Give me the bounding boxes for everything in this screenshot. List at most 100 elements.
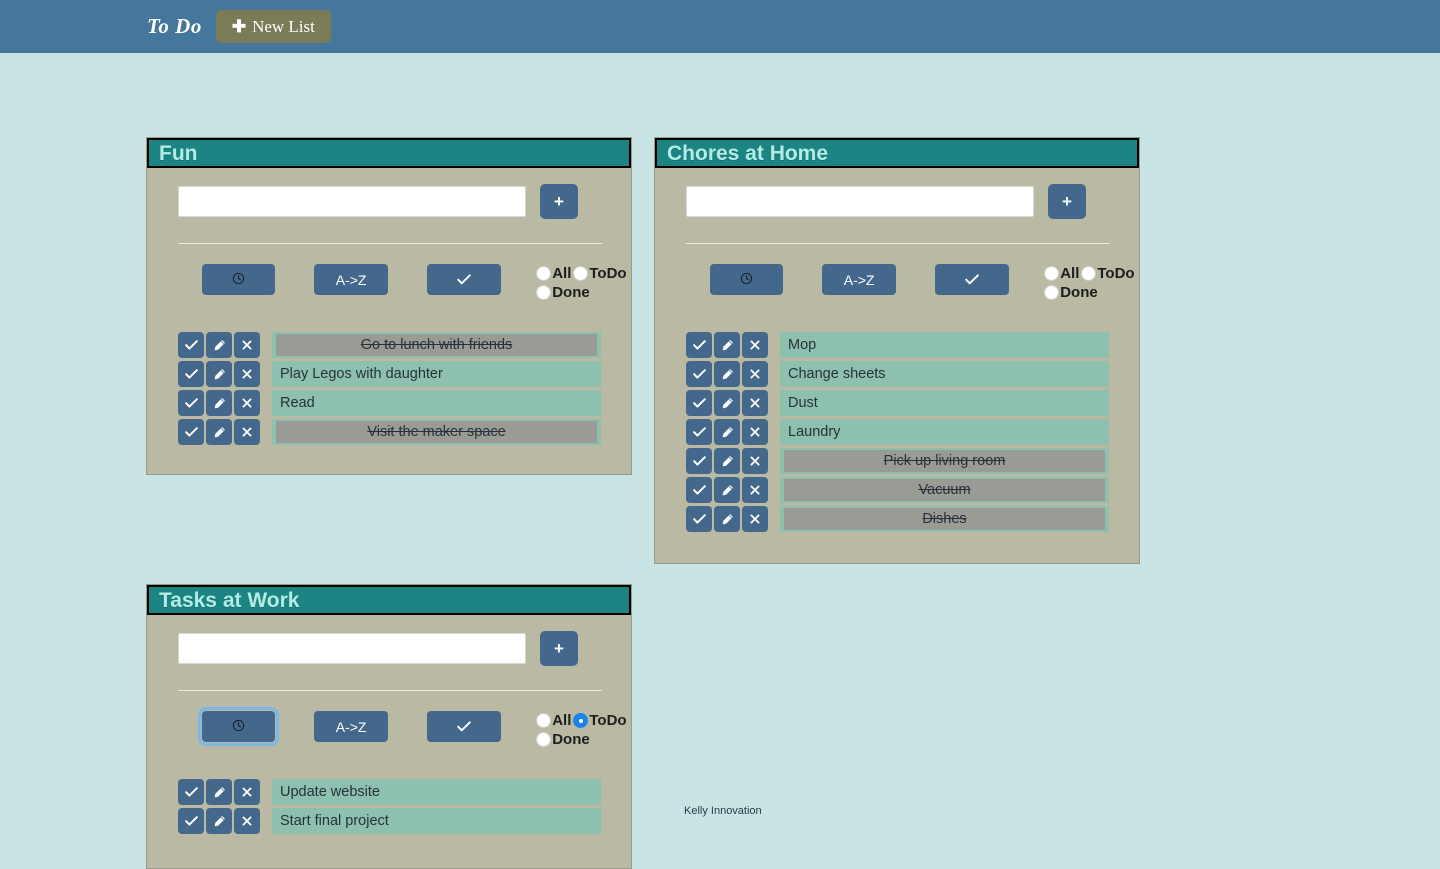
edit-task-button[interactable] [714,390,740,416]
toggle-done-button[interactable] [686,332,712,358]
toggle-done-button[interactable] [686,390,712,416]
task-action-group [178,361,260,387]
edit-task-button[interactable] [714,506,740,532]
new-task-input[interactable] [178,633,526,664]
sort-by-done-button[interactable] [935,264,1010,295]
edit-task-button[interactable] [206,332,232,358]
filter-label-done: Done [552,731,590,748]
task-text-container[interactable]: Start final project [272,808,601,834]
task-label: Vacuum [918,481,971,498]
edit-task-button[interactable] [714,448,740,474]
add-task-row: + [147,168,631,219]
sort-by-date-button[interactable] [197,707,280,746]
pencil-icon [213,815,226,828]
toggle-done-button[interactable] [686,448,712,474]
toggle-done-button[interactable] [178,332,204,358]
toggle-done-button[interactable] [178,361,204,387]
task-text-container[interactable]: Vacuum [780,477,1109,503]
task-text-container[interactable]: Pick up living room [780,448,1109,474]
task-text-container[interactable]: Visit the maker space [272,419,601,445]
filter-radio-all[interactable]: All [1044,266,1079,281]
toggle-done-button[interactable] [686,506,712,532]
delete-task-button[interactable] [234,419,260,445]
pencil-icon [213,397,226,410]
filter-radio-all[interactable]: All [536,713,571,728]
filter-radio-all[interactable]: All [536,266,571,281]
brand-logo[interactable]: To Do [147,14,202,39]
delete-task-button[interactable] [234,332,260,358]
filter-radio-todo[interactable]: ToDo [1081,266,1135,281]
delete-task-button[interactable] [234,390,260,416]
toggle-done-button[interactable] [686,477,712,503]
toggle-done-button[interactable] [178,419,204,445]
toggle-done-button[interactable] [178,779,204,805]
sort-by-date-button[interactable] [710,264,784,295]
pencil-icon [213,786,226,799]
radio-dot-all [536,713,552,728]
task-text-container[interactable]: Laundry [780,419,1109,445]
edit-task-button[interactable] [714,477,740,503]
task-text-container[interactable]: Play Legos with daughter [272,361,601,387]
add-task-button[interactable]: + [1048,184,1086,219]
edit-task-button[interactable] [206,361,232,387]
edit-task-button[interactable] [206,808,232,834]
toggle-done-button[interactable] [686,361,712,387]
sort-alphabetical-button[interactable]: A->Z [314,711,389,742]
toggle-done-button[interactable] [178,390,204,416]
edit-task-button[interactable] [714,419,740,445]
done-overlay: Dishes [784,508,1105,530]
filter-radio-done[interactable]: Done [1044,285,1137,300]
filter-radio-todo[interactable]: ToDo [573,266,627,281]
new-task-input[interactable] [178,186,526,217]
delete-task-button[interactable] [742,419,768,445]
sort-by-done-button[interactable] [427,711,502,742]
new-task-input[interactable] [686,186,1034,217]
check-icon [184,398,198,408]
task-action-group [686,361,768,387]
delete-task-button[interactable] [742,361,768,387]
delete-task-button[interactable] [234,361,260,387]
delete-task-button[interactable] [234,808,260,834]
close-icon [749,513,761,525]
radio-dot-done [536,285,552,300]
sort-alphabetical-button[interactable]: A->Z [314,264,389,295]
delete-task-button[interactable] [742,332,768,358]
radio-dot-all [1044,266,1060,281]
filter-radio-done[interactable]: Done [536,285,629,300]
edit-task-button[interactable] [206,419,232,445]
done-overlay: Go to lunch with friends [276,334,597,356]
task-action-group [686,332,768,358]
task-text-container[interactable]: Read [272,390,601,416]
task-label: Go to lunch with friends [360,336,513,353]
edit-task-button[interactable] [206,779,232,805]
filter-radio-done[interactable]: Done [536,732,629,747]
delete-task-button[interactable] [742,390,768,416]
sort-by-date-button[interactable] [202,264,276,295]
edit-task-button[interactable] [714,332,740,358]
add-task-button[interactable]: + [540,184,578,219]
task-text-container[interactable]: Dust [780,390,1109,416]
sort-by-done-button[interactable] [427,264,502,295]
task-row: Update website [178,779,631,805]
task-text-container[interactable]: Update website [272,779,601,805]
task-text-container[interactable]: Dishes [780,506,1109,532]
task-text-container[interactable]: Mop [780,332,1109,358]
new-list-button[interactable]: ✚ New List [215,10,331,43]
radio-dot-done [1044,285,1060,300]
edit-task-button[interactable] [206,390,232,416]
task-label: Update website [280,783,380,800]
delete-task-button[interactable] [742,506,768,532]
toggle-done-button[interactable] [686,419,712,445]
toggle-done-button[interactable] [178,808,204,834]
list-title: Chores at Home [667,141,829,165]
add-task-button[interactable]: + [540,631,578,666]
check-icon [692,369,706,379]
task-text-container[interactable]: Change sheets [780,361,1109,387]
edit-task-button[interactable] [714,361,740,387]
delete-task-button[interactable] [234,779,260,805]
delete-task-button[interactable] [742,448,768,474]
delete-task-button[interactable] [742,477,768,503]
filter-radio-todo[interactable]: ToDo [573,713,627,728]
task-text-container[interactable]: Go to lunch with friends [272,332,601,358]
sort-alphabetical-button[interactable]: A->Z [822,264,897,295]
